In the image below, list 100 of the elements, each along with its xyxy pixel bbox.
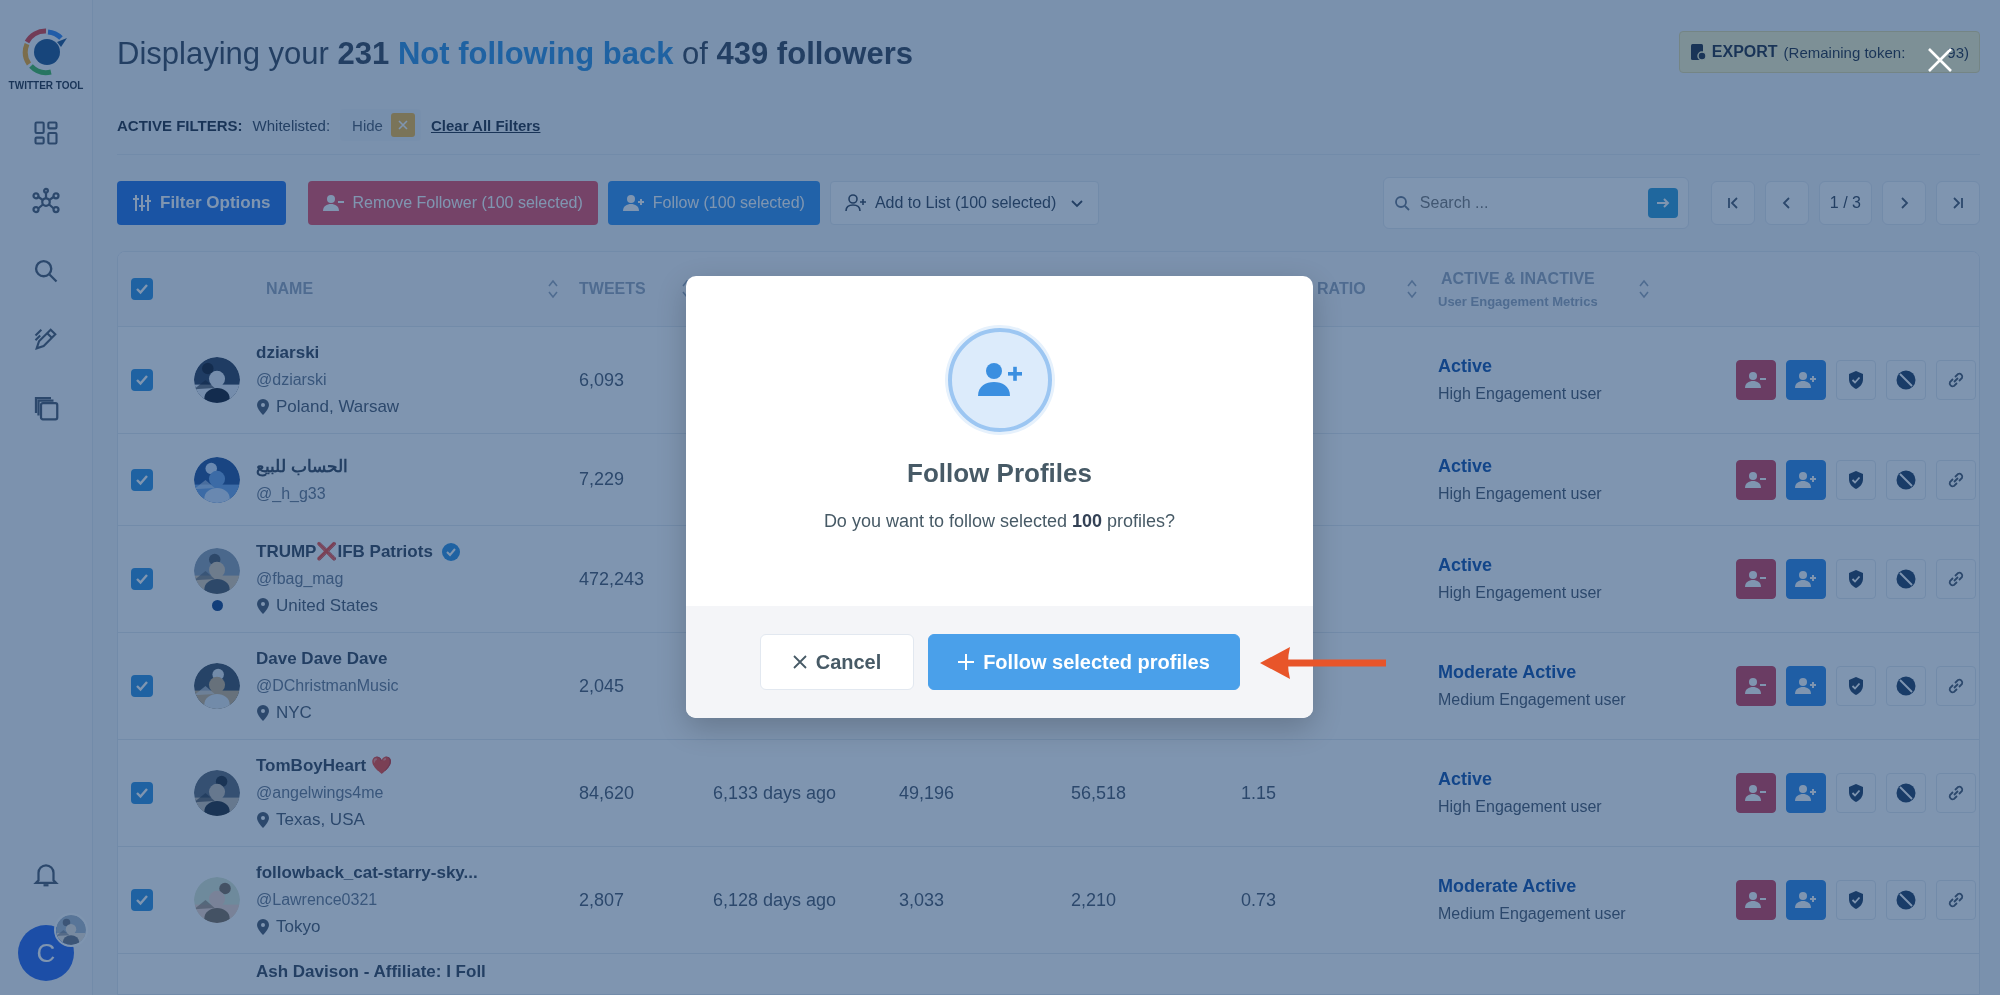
link-button[interactable]: [1936, 559, 1976, 599]
ratio-cell-text: 0.73: [1241, 889, 1278, 911]
whitelist-button[interactable]: [1836, 880, 1876, 920]
remove-follower-button[interactable]: Remove Follower (100 selected): [307, 181, 598, 225]
follow-user-button[interactable]: [1786, 880, 1826, 920]
sliders-icon: [132, 193, 152, 213]
link-button[interactable]: [1936, 459, 1976, 500]
whitelist-button[interactable]: [1836, 559, 1876, 599]
unfollow-button[interactable]: [1736, 773, 1776, 813]
link-button[interactable]: [1936, 880, 1976, 920]
user-plus-icon: [1795, 677, 1817, 695]
link-button[interactable]: [1936, 666, 1976, 706]
user-avatar[interactable]: C: [18, 925, 74, 981]
user-name: Dave Dave Dave: [256, 648, 388, 670]
block-button[interactable]: [1886, 773, 1926, 813]
row-checkbox[interactable]: [131, 369, 153, 391]
link-icon: [1946, 569, 1966, 589]
block-icon: [1895, 369, 1917, 391]
sort-icon[interactable]: [1406, 278, 1418, 300]
shield-icon: [1847, 569, 1865, 589]
follow-user-button[interactable]: [1786, 459, 1826, 500]
block-button[interactable]: [1886, 880, 1926, 920]
follow-profiles-button[interactable]: Follow selected profiles: [927, 634, 1240, 690]
block-button[interactable]: [1886, 459, 1926, 500]
shield-icon: [1847, 676, 1865, 696]
select-all-checkbox[interactable]: [131, 278, 153, 300]
search-field[interactable]: Search ...: [1417, 193, 1640, 213]
user-handle: @_h_g33: [256, 483, 327, 504]
dashboard-icon[interactable]: [32, 119, 60, 147]
block-icon: [1895, 782, 1917, 804]
follow-user-button[interactable]: [1786, 360, 1826, 400]
remove-filter-button[interactable]: [390, 113, 415, 137]
close-icon: [791, 654, 808, 670]
cancel-button[interactable]: Cancel: [759, 634, 914, 690]
block-button[interactable]: [1886, 559, 1926, 599]
last-tweet-cell-text: 6,128 days ago: [713, 889, 838, 911]
user-location: NYC: [276, 702, 312, 724]
user-name: followback_cat-starry-sky...: [256, 862, 478, 884]
user-name: dziarski: [256, 342, 320, 364]
add-to-list-button[interactable]: Add to List (100 selected): [829, 181, 1100, 225]
unfollow-button[interactable]: [1736, 559, 1776, 599]
tweets-count: 6,093: [579, 369, 626, 391]
last-page-button[interactable]: [1936, 181, 1980, 225]
row-checkbox[interactable]: [131, 468, 153, 491]
user-name: Ash Davison - Affiliate: I Foll: [256, 961, 487, 983]
row-checkbox[interactable]: [131, 675, 153, 697]
shield-icon: [1847, 370, 1865, 390]
sort-icon[interactable]: [547, 278, 559, 300]
engagement-level: High Engagement user: [1438, 583, 1603, 603]
activity-status: Active: [1438, 355, 1494, 378]
last-page-icon: [1950, 195, 1966, 211]
location-pin-icon: [256, 811, 270, 829]
follow-user-button[interactable]: [1786, 666, 1826, 706]
clear-filters-link[interactable]: Clear All Filters: [430, 116, 541, 134]
sort-icon[interactable]: [1637, 278, 1650, 300]
whitelist-button[interactable]: [1836, 459, 1876, 500]
activity-status: Active: [1438, 554, 1494, 577]
location-pin-icon: [256, 704, 270, 722]
unfollow-button[interactable]: [1736, 880, 1776, 920]
unfollow-button[interactable]: [1736, 360, 1776, 400]
engagement-level: Medium Engagement user: [1438, 904, 1627, 924]
follow-user-button[interactable]: [1786, 559, 1826, 599]
search-submit-button[interactable]: [1647, 188, 1678, 218]
link-button[interactable]: [1936, 360, 1976, 400]
user-minus-icon: [1745, 784, 1767, 802]
tweets-count: 7,229: [579, 469, 626, 490]
first-page-button[interactable]: [1710, 181, 1755, 225]
count-cell-text: 2,210: [1071, 889, 1118, 911]
user-location: Texas, USA: [276, 809, 365, 831]
unfollow-button[interactable]: [1736, 459, 1776, 500]
link-icon: [1946, 783, 1966, 803]
search-icon[interactable]: [32, 257, 60, 285]
row-checkbox[interactable]: [131, 889, 153, 911]
row-checkbox[interactable]: [131, 568, 153, 590]
filter-name: Whitelisted:: [252, 116, 331, 134]
follow-button[interactable]: Follow (100 selected): [607, 181, 820, 225]
ratio-cell-text: 1.15: [1241, 782, 1278, 804]
filter-options-button[interactable]: Filter Options: [117, 181, 286, 225]
user-plus-icon: [1795, 891, 1817, 909]
user-plus-icon: [1795, 570, 1817, 588]
whitelist-button[interactable]: [1836, 360, 1876, 400]
shield-icon: [1847, 783, 1865, 803]
user-plus-icon: [1795, 470, 1817, 489]
block-button[interactable]: [1886, 666, 1926, 706]
pen-icon[interactable]: [32, 325, 60, 353]
tweets-count: 84,620: [579, 782, 636, 804]
user-plus-icon: [622, 194, 645, 212]
user-plus-icon: [1795, 371, 1817, 389]
whitelist-button[interactable]: [1836, 666, 1876, 706]
check-icon: [135, 373, 149, 387]
block-icon: [1895, 468, 1917, 491]
whitelist-button[interactable]: [1836, 773, 1876, 813]
user-name: TomBoyHeart ❤: [256, 755, 392, 777]
link-button[interactable]: [1936, 773, 1976, 813]
search-box[interactable]: Search ...: [1382, 177, 1689, 229]
unfollow-button[interactable]: [1736, 666, 1776, 706]
follow-user-button[interactable]: [1786, 773, 1826, 813]
row-checkbox[interactable]: [131, 782, 153, 804]
block-button[interactable]: [1886, 360, 1926, 400]
check-icon: [135, 282, 149, 296]
